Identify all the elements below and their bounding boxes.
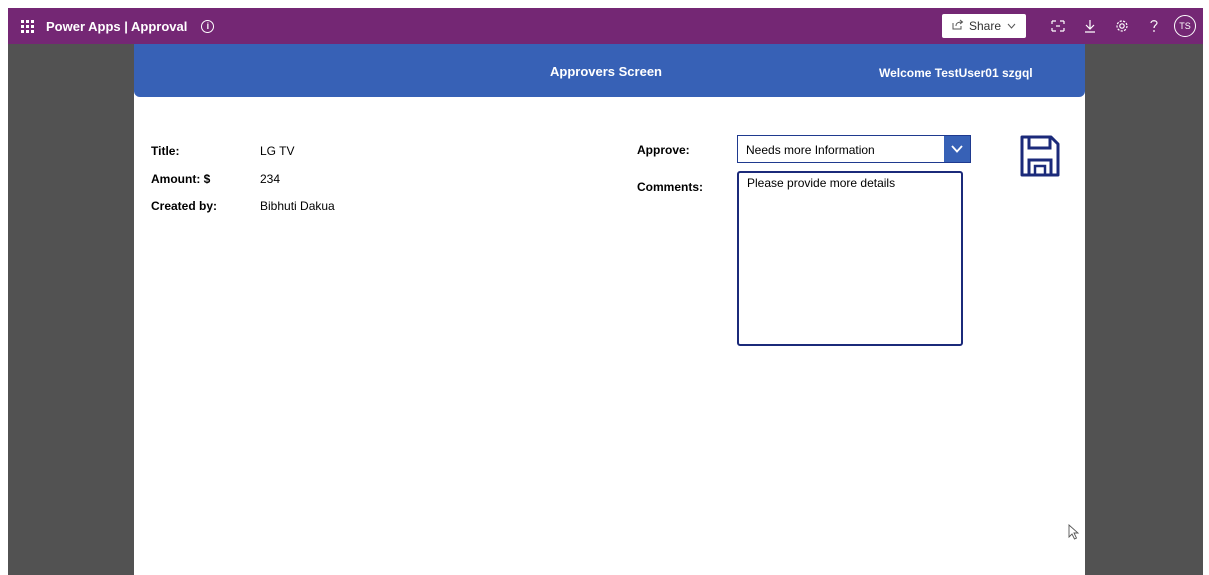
avatar[interactable]: TS bbox=[1174, 15, 1196, 37]
canvas-gutter-left bbox=[8, 44, 134, 575]
chevron-down-icon bbox=[1007, 21, 1016, 31]
power-apps-topbar: Power Apps | Approval i Share TS bbox=[8, 8, 1203, 44]
window-edge-right bbox=[1203, 0, 1209, 575]
comments-label: Comments: bbox=[637, 180, 704, 194]
created-by-label: Created by: bbox=[151, 199, 218, 213]
chevron-down-icon[interactable] bbox=[944, 136, 970, 162]
approve-selected-value: Needs more Information bbox=[746, 143, 875, 157]
approve-dropdown[interactable]: Needs more Information bbox=[737, 135, 971, 163]
share-button[interactable]: Share bbox=[942, 14, 1026, 38]
share-icon bbox=[952, 19, 964, 33]
mouse-cursor-icon bbox=[1068, 524, 1080, 540]
settings-icon[interactable] bbox=[1106, 8, 1138, 44]
info-icon[interactable]: i bbox=[201, 19, 215, 33]
welcome-text: Welcome TestUser01 szgql bbox=[879, 66, 1033, 80]
waffle-icon[interactable] bbox=[8, 8, 46, 44]
title-label: Title: bbox=[151, 144, 180, 158]
comments-input[interactable]: Please provide more details bbox=[737, 171, 963, 346]
amount-label: Amount: $ bbox=[151, 172, 211, 186]
page-title: Approvers Screen bbox=[550, 64, 662, 79]
app-canvas: Approvers Screen Welcome TestUser01 szgq… bbox=[134, 44, 1085, 575]
canvas-gutter-right bbox=[1085, 44, 1203, 575]
help-icon[interactable] bbox=[1138, 8, 1170, 44]
download-icon[interactable] bbox=[1074, 8, 1106, 44]
share-label: Share bbox=[968, 19, 1002, 33]
fit-screen-icon[interactable] bbox=[1042, 8, 1074, 44]
amount-value: 234 bbox=[260, 172, 281, 186]
screen-header: Approvers Screen Welcome TestUser01 szgq… bbox=[134, 44, 1085, 97]
topbar-actions: Share TS bbox=[942, 8, 1203, 44]
save-icon[interactable] bbox=[1020, 135, 1060, 177]
title-value: LG TV bbox=[260, 144, 295, 158]
approve-label: Approve: bbox=[637, 143, 690, 157]
created-by-value: Bibhuti Dakua bbox=[260, 199, 335, 213]
app-title: Power Apps | Approval bbox=[46, 18, 188, 34]
window-edge-left bbox=[0, 0, 8, 575]
